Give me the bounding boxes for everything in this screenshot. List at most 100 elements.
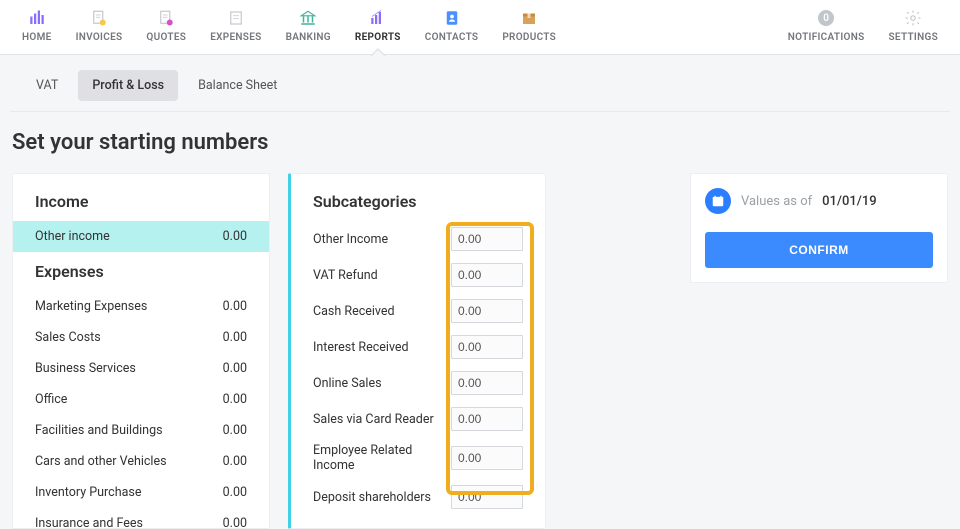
subcategory-input[interactable] [451,299,523,323]
category-row[interactable]: Inventory Purchase 0.00 [13,477,269,508]
top-nav: HOME INVOICES QUOTES EXPENSES BANKING RE… [0,0,960,55]
nav-label: INVOICES [76,32,123,43]
category-row[interactable]: Insurance and Fees0.00 [13,508,269,529]
nav-label: CONTACTS [425,32,479,43]
nav-items-right: 0 NOTIFICATIONS SETTINGS [776,8,950,49]
category-value: 0.00 [223,423,247,438]
sub-nav: VAT Profit & Loss Balance Sheet [10,55,950,112]
nav-items-left: HOME INVOICES QUOTES EXPENSES BANKING RE… [10,8,568,49]
subcategory-input[interactable] [451,335,523,359]
category-label: Office [35,392,67,407]
subcategory-label: VAT Refund [313,268,378,283]
nav-notifications[interactable]: 0 NOTIFICATIONS [776,8,877,49]
subcategory-row: Deposit shareholders [291,479,545,515]
subcategories-card: Subcategories Other Income VAT Refund Ca… [288,173,546,529]
subcategory-row: Interest Received [291,329,545,365]
contacts-icon [443,8,461,28]
subcategory-label: Online Sales [313,376,382,391]
nav-label: HOME [22,32,52,43]
nav-label: PRODUCTS [502,32,556,43]
subcategory-row: Employee Related Income [291,437,545,479]
confirm-button[interactable]: CONFIRM [705,232,933,268]
category-row[interactable]: Marketing Expenses 0.00 [13,291,269,322]
subnav-balance-sheet[interactable]: Balance Sheet [184,70,291,101]
subcategory-row: Online Sales [291,365,545,401]
subcategory-input[interactable] [451,263,523,287]
subcategory-row: VAT Refund [291,257,545,293]
home-icon [28,8,46,28]
nav-label: EXPENSES [210,32,261,43]
categories-card: Income Other income 0.00 Expenses Market… [12,173,270,529]
subnav-vat[interactable]: VAT [22,70,72,101]
date-label: Values as of [741,194,812,209]
subcategory-label: Cash Received [313,304,395,319]
subcategory-row: Sales via Card Reader [291,401,545,437]
expenses-icon [227,8,245,28]
category-label: Facilities and Buildings [35,423,163,438]
nav-expenses[interactable]: EXPENSES [198,8,273,49]
category-row[interactable]: Cars and other Vehicles 0.00 [13,446,269,477]
nav-quotes[interactable]: QUOTES [134,8,198,49]
category-value: 0.00 [223,392,247,407]
category-value: 0.00 [223,361,247,376]
category-value: 0.00 [223,299,247,314]
category-label: Other income [35,229,110,244]
subcategory-input[interactable] [451,446,523,470]
category-value: 0.00 [223,454,247,469]
category-value: 0.00 [223,485,247,500]
banking-icon [299,8,317,28]
nav-settings[interactable]: SETTINGS [877,8,951,49]
nav-invoices[interactable]: INVOICES [64,8,135,49]
notifications-count: 0 [818,10,834,26]
category-value: 0.00 [223,229,247,244]
subnav-profit-loss[interactable]: Profit & Loss [78,70,178,101]
subcategory-label: Interest Received [313,340,409,355]
nav-label: NOTIFICATIONS [788,32,865,43]
content: Income Other income 0.00 Expenses Market… [0,173,960,529]
subcategory-row: Other Income [291,221,545,257]
subcategory-label: Other Income [313,232,388,247]
notifications-icon: 0 [818,8,834,28]
income-title: Income [13,192,269,221]
category-label: Marketing Expenses [35,299,147,314]
category-row[interactable]: Facilities and Buildings 0.00 [13,415,269,446]
category-label: Cars and other Vehicles [35,454,167,469]
subcategory-label: Sales via Card Reader [313,412,434,427]
category-row[interactable]: Office 0.00 [13,384,269,415]
subcategory-row: Cash Received [291,293,545,329]
nav-home[interactable]: HOME [10,8,64,49]
subcategory-input[interactable] [451,407,523,431]
nav-contacts[interactable]: CONTACTS [413,8,491,49]
nav-label: REPORTS [355,32,401,43]
nav-reports[interactable]: REPORTS [343,8,413,49]
settings-icon [904,8,922,28]
subcategory-input[interactable] [451,371,523,395]
category-label: Business Services [35,361,136,376]
products-icon [520,8,538,28]
quote-icon [157,8,175,28]
category-value: 0.00 [223,330,247,345]
nav-label: BANKING [286,32,331,43]
page-title: Set your starting numbers [0,112,960,173]
nav-banking[interactable]: BANKING [274,8,343,49]
subcategories-title: Subcategories [291,192,545,221]
subcategory-label: Deposit shareholders [313,490,431,505]
invoice-icon [90,8,108,28]
date-value: 01/01/19 [822,194,876,209]
nav-label: SETTINGS [889,32,939,43]
calendar-icon [705,188,731,214]
reports-icon [369,8,387,28]
subcategory-input[interactable] [451,485,523,509]
subcategory-label: Employee Related Income [313,443,451,473]
category-row[interactable]: Sales Costs 0.00 [13,322,269,353]
nav-label: QUOTES [146,32,186,43]
date-row: Values as of 01/01/19 [705,188,933,214]
expenses-title: Expenses [13,252,269,291]
category-row-other-income[interactable]: Other income 0.00 [13,221,269,252]
category-label: Sales Costs [35,330,101,345]
confirm-card: Values as of 01/01/19 CONFIRM [690,173,948,283]
nav-products[interactable]: PRODUCTS [490,8,568,49]
subcategory-input[interactable] [451,227,523,251]
category-label: Inventory Purchase [35,485,141,500]
category-row[interactable]: Business Services 0.00 [13,353,269,384]
